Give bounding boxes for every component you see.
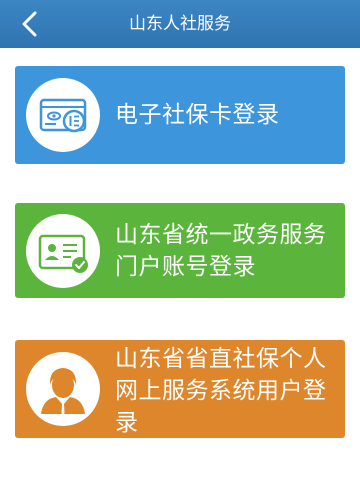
- unified-gov-portal-login-button[interactable]: 山东省统一政务服务门户账号登录: [15, 203, 345, 298]
- card-login-label: 电子社保卡登录: [115, 102, 280, 128]
- card-icon-badge: [26, 213, 100, 288]
- card-icon-badge: [26, 78, 100, 152]
- provincial-social-security-login-button[interactable]: 山东省省直社保个人网上服务系统用户登录: [15, 340, 345, 438]
- portal-login-label: 山东省统一政务服务门户账号登录: [115, 222, 327, 280]
- provincial-login-label: 山东省省直社保个人网上服务系统用户登录: [115, 346, 327, 436]
- id-card-check-icon: [38, 234, 88, 273]
- app-header: 山东人社服务: [0, 0, 360, 48]
- person-avatar-icon: [41, 368, 85, 415]
- page-title: 山东人社服务: [129, 14, 231, 34]
- e-social-security-card-login-button[interactable]: 电子社保卡登录: [15, 66, 345, 164]
- social-security-card-icon: [39, 98, 87, 133]
- card-icon-badge: [26, 352, 100, 426]
